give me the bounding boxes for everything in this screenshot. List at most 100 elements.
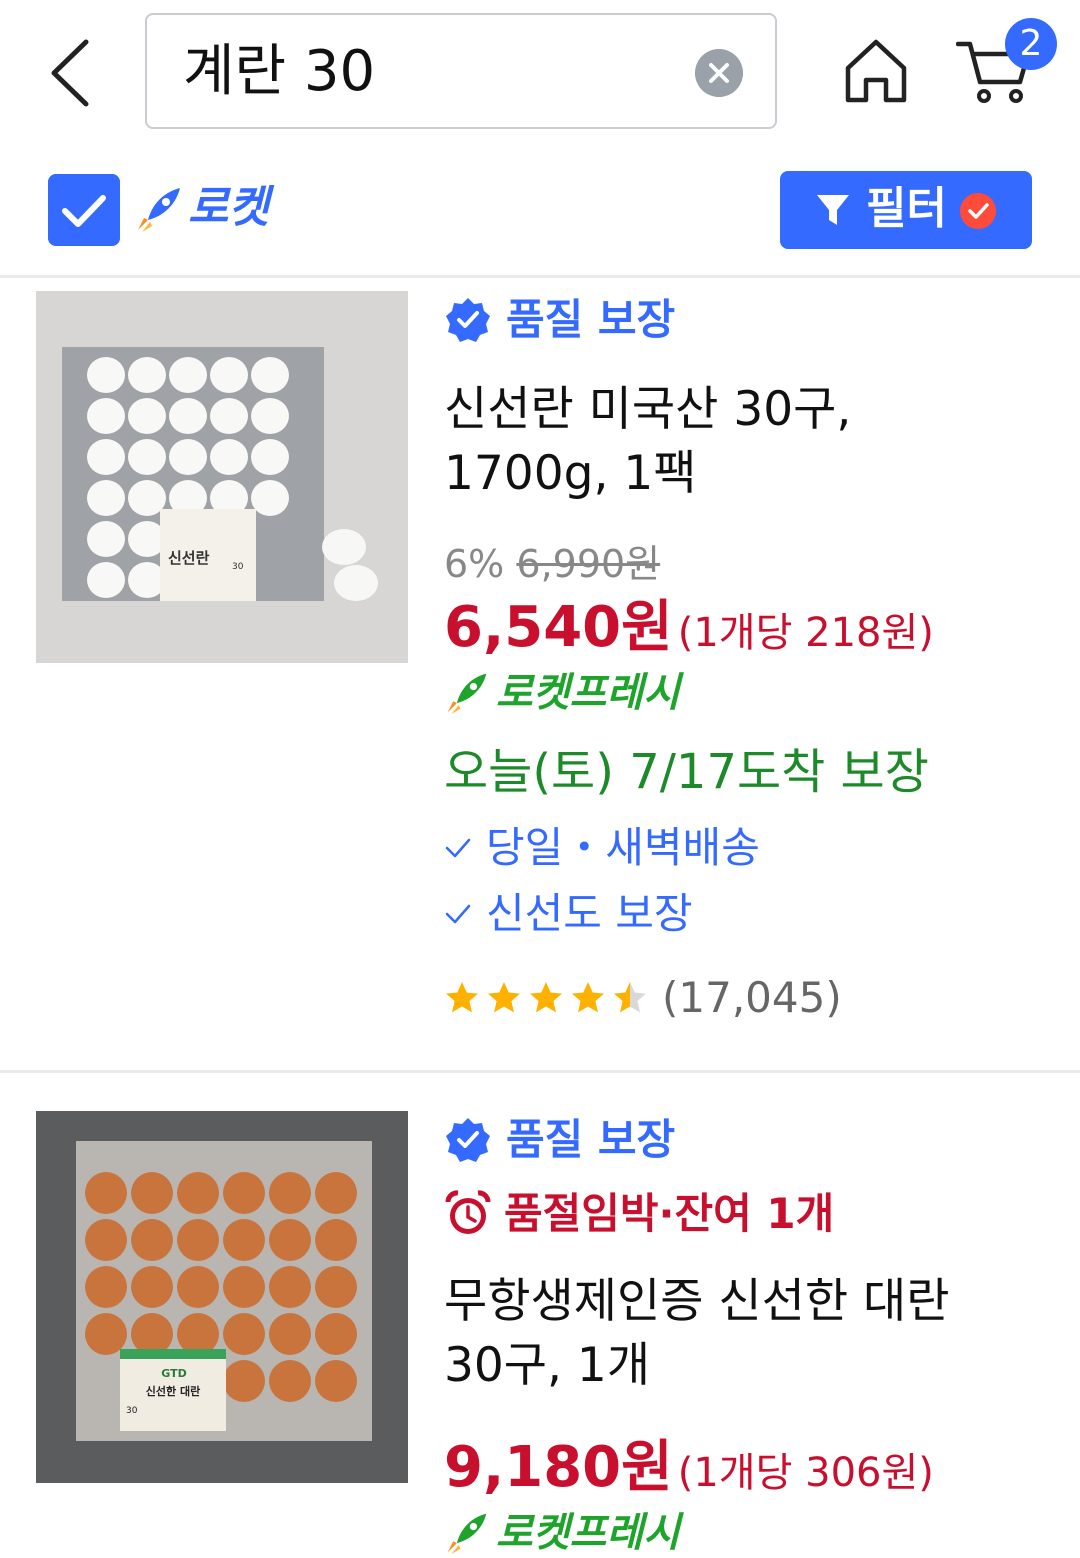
egg bbox=[315, 1172, 357, 1214]
stock-warning: 품절임박·잔여 1개 bbox=[444, 1188, 834, 1240]
egg bbox=[87, 562, 125, 598]
unit-price: (1개당 306원) bbox=[677, 1450, 934, 1496]
egg bbox=[131, 1313, 173, 1355]
product-title-line[interactable]: 무항생제인증 신선한 대란 bbox=[444, 1270, 1044, 1334]
rocket-fresh-label: 로켓프레시 bbox=[496, 670, 680, 716]
egg bbox=[169, 357, 207, 393]
feature-label: 당일・새벽배송 bbox=[486, 823, 760, 872]
egg bbox=[87, 521, 125, 557]
check-icon bbox=[445, 838, 471, 858]
egg bbox=[131, 1266, 173, 1308]
home-icon[interactable] bbox=[842, 36, 910, 106]
package-count: 30 bbox=[232, 562, 244, 572]
product-title-line[interactable]: 30구, 1개 bbox=[444, 1334, 1044, 1398]
egg bbox=[85, 1172, 127, 1214]
feature-item: 신선도 보장 bbox=[444, 886, 693, 942]
product-title[interactable]: 무항생제인증 신선한 대란 30구, 1개 bbox=[444, 1270, 1044, 1398]
egg bbox=[87, 480, 125, 516]
egg bbox=[85, 1313, 127, 1355]
clear-search-icon[interactable] bbox=[695, 49, 743, 97]
divider bbox=[0, 1070, 1080, 1073]
package-label: 신선한 대란 bbox=[146, 1384, 200, 1398]
egg bbox=[169, 398, 207, 434]
egg bbox=[128, 439, 166, 475]
egg bbox=[131, 1219, 173, 1261]
review-count: (17,045) bbox=[662, 973, 842, 1022]
egg bbox=[223, 1219, 265, 1261]
product-image[interactable]: GTD 신선한 대란 30 bbox=[36, 1111, 408, 1483]
egg bbox=[85, 1219, 127, 1261]
egg bbox=[131, 1172, 173, 1214]
filter-button[interactable]: 필터 bbox=[780, 171, 1032, 249]
rocket-filter-checkbox[interactable] bbox=[48, 174, 120, 246]
rocket-fresh-icon bbox=[447, 1513, 487, 1555]
egg bbox=[169, 439, 207, 475]
price-row: 6,540원 (1개당 218원) bbox=[444, 596, 934, 665]
check-icon bbox=[445, 904, 471, 924]
egg bbox=[269, 1313, 311, 1355]
egg bbox=[315, 1360, 357, 1402]
product-image[interactable]: 신선란 30 bbox=[36, 291, 408, 663]
search-input[interactable]: 계란 30 bbox=[145, 13, 777, 129]
egg bbox=[223, 1266, 265, 1308]
rocket-filter-label[interactable]: 로켓 bbox=[188, 182, 269, 234]
egg-tray-image: GTD 신선한 대란 30 bbox=[36, 1111, 408, 1483]
quality-badge-label: 품질 보장 bbox=[506, 1115, 676, 1164]
egg bbox=[87, 357, 125, 393]
egg bbox=[251, 480, 289, 516]
egg bbox=[251, 398, 289, 434]
rocket-fresh-icon bbox=[447, 673, 487, 715]
egg bbox=[223, 1360, 265, 1402]
sale-price: 9,180원 bbox=[444, 1435, 673, 1500]
egg bbox=[128, 398, 166, 434]
star-icon bbox=[446, 982, 478, 1013]
rating-row: (17,045) bbox=[444, 972, 842, 1024]
egg bbox=[315, 1266, 357, 1308]
discount-rate: 6% bbox=[444, 542, 505, 586]
rocket-fresh-badge: 로켓프레시 bbox=[444, 668, 680, 718]
egg bbox=[223, 1172, 265, 1214]
verified-badge-icon bbox=[446, 1118, 490, 1162]
egg bbox=[210, 357, 248, 393]
egg bbox=[269, 1266, 311, 1308]
egg bbox=[177, 1313, 219, 1355]
product-title[interactable]: 신선란 미국산 30구, 1700g, 1팩 bbox=[444, 378, 1044, 506]
egg bbox=[251, 439, 289, 475]
sale-price: 6,540원 bbox=[444, 595, 673, 660]
stock-warning-label: 품절임박·잔여 1개 bbox=[504, 1189, 835, 1238]
cart-count-badge[interactable]: 2 bbox=[1005, 18, 1057, 70]
egg bbox=[315, 1313, 357, 1355]
filter-active-check-icon bbox=[960, 193, 996, 229]
egg bbox=[177, 1266, 219, 1308]
quality-badge-label: 품질 보장 bbox=[506, 295, 676, 344]
egg bbox=[210, 398, 248, 434]
alarm-clock-icon bbox=[445, 1190, 491, 1234]
rocket-fresh-badge: 로켓프레시 bbox=[444, 1508, 680, 1558]
star-icon bbox=[572, 982, 604, 1013]
egg-tray-image: 신선란 30 bbox=[36, 291, 408, 663]
package-label: 신선란 bbox=[168, 549, 210, 567]
price-row: 9,180원 (1개당 306원) bbox=[444, 1436, 934, 1505]
product-title-line[interactable]: 1700g, 1팩 bbox=[444, 442, 1044, 506]
egg bbox=[128, 357, 166, 393]
egg bbox=[269, 1172, 311, 1214]
star-icon bbox=[488, 982, 520, 1013]
star-icon bbox=[530, 982, 562, 1013]
egg bbox=[251, 357, 289, 393]
package-count: 30 bbox=[126, 1406, 138, 1416]
filter-label: 필터 bbox=[866, 183, 947, 234]
quality-badge: 품질 보장 bbox=[444, 294, 675, 346]
product-title-line[interactable]: 신선란 미국산 30구, bbox=[444, 378, 1044, 442]
divider bbox=[0, 275, 1080, 278]
search-query[interactable]: 계란 30 bbox=[183, 39, 375, 105]
back-arrow-icon[interactable] bbox=[48, 38, 92, 108]
egg bbox=[87, 398, 125, 434]
rocket-icon bbox=[138, 188, 180, 232]
egg bbox=[210, 439, 248, 475]
egg bbox=[315, 1219, 357, 1261]
verified-badge-icon bbox=[446, 298, 490, 342]
original-price-row: 6% 6,990원 bbox=[444, 540, 660, 588]
egg bbox=[177, 1219, 219, 1261]
star-icon bbox=[614, 982, 646, 1013]
original-price: 6,990원 bbox=[516, 542, 661, 586]
